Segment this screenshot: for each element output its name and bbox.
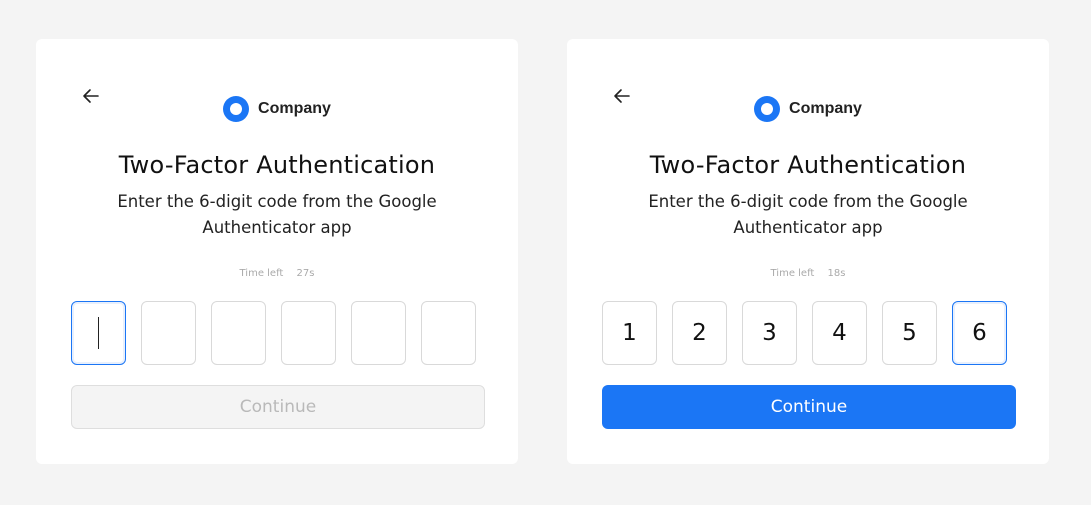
- otp-digit-input[interactable]: 6: [952, 301, 1007, 365]
- brand-name: Company: [258, 100, 331, 117]
- timer-value: 27s: [296, 268, 315, 279]
- page-title: Two-Factor Authentication: [649, 151, 967, 179]
- otp-digit-input[interactable]: [211, 301, 266, 365]
- otp-digit-input[interactable]: [351, 301, 406, 365]
- countdown-timer: Time left 27s: [36, 268, 518, 279]
- instructions-text: Enter the 6-digit code from the Google A…: [648, 192, 968, 237]
- text-caret: [98, 317, 99, 349]
- continue-button[interactable]: Continue: [602, 385, 1016, 429]
- otp-digit-input[interactable]: 3: [742, 301, 797, 365]
- brand: Company: [567, 96, 1049, 122]
- company-logo-icon: [754, 96, 781, 122]
- otp-digit-input[interactable]: [71, 301, 126, 365]
- otp-input-group: 1 2 3 4 5 6: [602, 301, 1007, 365]
- otp-digit-input[interactable]: [281, 301, 336, 365]
- timer-label: Time left: [770, 268, 815, 279]
- otp-digit-input[interactable]: 1: [602, 301, 657, 365]
- instructions-text: Enter the 6-digit code from the Google A…: [117, 192, 437, 237]
- brand: Company: [36, 96, 518, 122]
- company-logo-icon: [223, 96, 250, 122]
- continue-button[interactable]: Continue: [71, 385, 485, 429]
- brand-name: Company: [789, 100, 862, 117]
- timer-label: Time left: [239, 268, 284, 279]
- two-factor-card-filled: Company Two-Factor Authentication Enter …: [567, 39, 1049, 464]
- otp-digit-input[interactable]: 2: [672, 301, 727, 365]
- page-title: Two-Factor Authentication: [118, 151, 436, 179]
- two-factor-card-empty: Company Two-Factor Authentication Enter …: [36, 39, 518, 464]
- otp-digit-input[interactable]: [421, 301, 476, 365]
- timer-value: 18s: [827, 268, 846, 279]
- otp-digit-input[interactable]: 4: [812, 301, 867, 365]
- otp-digit-input[interactable]: 5: [882, 301, 937, 365]
- otp-digit-input[interactable]: [141, 301, 196, 365]
- otp-input-group: [71, 301, 476, 365]
- countdown-timer: Time left 18s: [567, 268, 1049, 279]
